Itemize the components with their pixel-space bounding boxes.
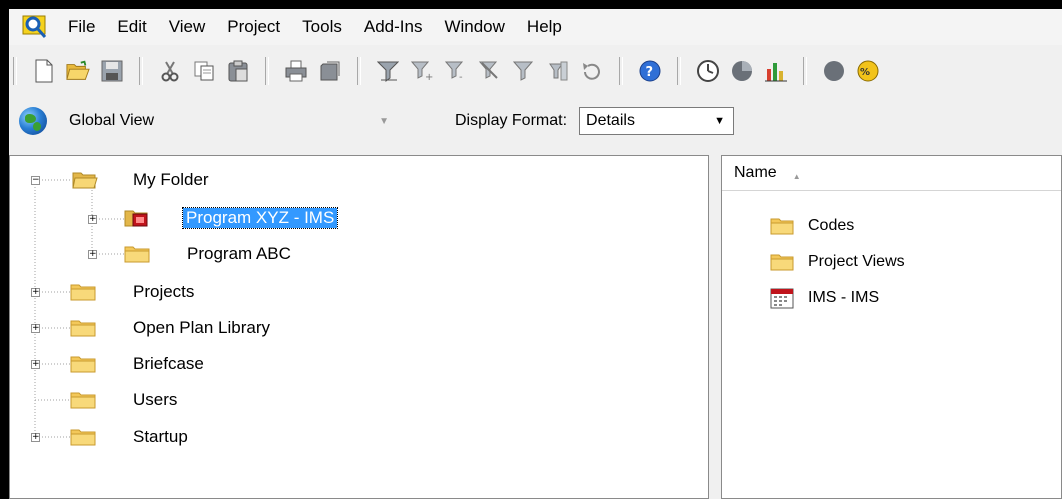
toolbar-separator — [265, 57, 269, 85]
collapse-toggle[interactable]: − — [31, 176, 40, 185]
folder-open-icon — [72, 172, 98, 189]
tree-node-label: My Folder — [133, 170, 209, 189]
tree-node-startup[interactable]: Startup — [70, 424, 188, 450]
list-item-label: Project Views — [808, 253, 905, 270]
list-item-ims[interactable]: IMS - IMS — [770, 286, 879, 310]
list-item-label: Codes — [808, 217, 855, 234]
folder-icon — [70, 429, 96, 446]
tree-node-program-xyz[interactable]: Program XYZ - IMS — [124, 205, 339, 231]
print-preview-icon[interactable] — [318, 59, 342, 83]
filter-icon[interactable] — [376, 59, 400, 83]
display-format-select[interactable]: Details ▼ — [579, 107, 735, 135]
svg-text:?: ? — [646, 65, 654, 80]
tree-node-program-abc[interactable]: Program ABC — [124, 241, 291, 267]
toolbar-separator — [619, 57, 623, 85]
toolbar-separator — [677, 57, 681, 85]
tree-node-label: Briefcase — [133, 354, 204, 373]
folder-icon — [70, 356, 96, 373]
sort-ascending-icon: ▲ — [792, 171, 801, 181]
bar-chart-icon[interactable] — [764, 59, 788, 83]
expand-toggle[interactable]: + — [31, 324, 40, 333]
calendar-icon — [770, 288, 794, 309]
tree-pane[interactable]: − My Folder + Program XYZ - IMS + Progra… — [9, 155, 709, 499]
menu-window[interactable]: Window — [433, 9, 515, 45]
tree-node-label: Projects — [133, 282, 195, 301]
svg-text:-: - — [459, 72, 463, 82]
copy-icon[interactable] — [192, 59, 216, 83]
percent-icon[interactable]: % — [856, 59, 880, 83]
menu-bar: File Edit View Project Tools Add-Ins Win… — [9, 9, 1062, 45]
folder-icon — [770, 218, 794, 235]
chevron-down-icon: ▼ — [379, 115, 389, 127]
tree-node-label: Program ABC — [187, 244, 291, 263]
chevron-down-icon: ▼ — [714, 115, 726, 127]
menu-help[interactable]: Help — [516, 9, 573, 45]
name-column-header[interactable]: Name ▲ — [722, 156, 1061, 191]
expand-toggle[interactable]: + — [31, 433, 40, 442]
tree-node-projects[interactable]: Projects — [70, 279, 194, 305]
folder-icon — [70, 392, 96, 409]
tree-node-open-plan-library[interactable]: Open Plan Library — [70, 315, 270, 341]
display-format-value: Details — [586, 112, 635, 129]
save-icon[interactable] — [100, 59, 124, 83]
menu-add-ins[interactable]: Add-Ins — [353, 9, 434, 45]
menu-edit[interactable]: Edit — [106, 9, 157, 45]
column-header-label: Name — [734, 164, 777, 181]
paste-icon[interactable] — [226, 59, 250, 83]
menu-project[interactable]: Project — [216, 9, 291, 45]
folder-icon — [770, 254, 794, 271]
cut-icon[interactable] — [158, 59, 182, 83]
filter-remove-icon[interactable]: - — [444, 59, 468, 83]
expand-toggle[interactable]: + — [31, 288, 40, 297]
svg-text:+: + — [425, 72, 433, 82]
expand-toggle[interactable]: + — [31, 360, 40, 369]
list-item-label: IMS - IMS — [808, 289, 880, 306]
menu-file[interactable]: File — [57, 9, 106, 45]
tree-node-label: Users — [133, 390, 178, 409]
tree-node-label: Startup — [133, 427, 188, 446]
filter-level-icon[interactable] — [546, 59, 570, 83]
view-bar: Global View ▼ Display Format: Details ▼ — [9, 99, 1062, 143]
toolbar-grip — [13, 57, 17, 85]
view-combo-value: Global View — [69, 112, 155, 129]
print-icon[interactable] — [284, 59, 308, 83]
folder-icon — [70, 284, 96, 301]
toolbar: + - ? % — [9, 47, 1062, 95]
toolbar-separator — [139, 57, 143, 85]
globe-icon — [19, 107, 47, 135]
tree-node-briefcase[interactable]: Briefcase — [70, 351, 204, 377]
clock-icon[interactable] — [696, 59, 720, 83]
filter-clear-icon[interactable] — [478, 59, 502, 83]
folder-icon — [124, 246, 150, 263]
tree-node-my-folder[interactable]: My Folder — [72, 167, 209, 193]
list-item-codes[interactable]: Codes — [770, 214, 854, 238]
app-window: File Edit View Project Tools Add-Ins Win… — [9, 9, 1062, 499]
open-folder-icon[interactable] — [66, 59, 90, 83]
tree-node-users[interactable]: Users — [70, 387, 177, 413]
menu-view[interactable]: View — [158, 9, 217, 45]
list-pane[interactable]: Name ▲ Codes Project Views IMS - IMS — [721, 155, 1062, 499]
display-format-label: Display Format: — [455, 112, 568, 129]
pie-chart-icon[interactable] — [730, 59, 754, 83]
svg-text:%: % — [860, 67, 870, 78]
app-logo-icon — [21, 12, 51, 42]
menu-tools[interactable]: Tools — [291, 9, 353, 45]
list-item-project-views[interactable]: Project Views — [770, 250, 905, 274]
tree-node-label: Program XYZ - IMS — [181, 207, 339, 229]
expand-toggle[interactable]: + — [88, 215, 97, 224]
program-folder-icon — [124, 210, 148, 227]
toolbar-separator — [803, 57, 807, 85]
record-icon[interactable] — [822, 59, 846, 83]
tree-node-label: Open Plan Library — [133, 318, 271, 337]
filter-add-icon[interactable]: + — [410, 59, 434, 83]
view-combo[interactable]: Global View ▼ — [69, 106, 399, 136]
new-document-icon[interactable] — [32, 59, 56, 83]
folder-icon — [70, 320, 96, 337]
refresh-icon[interactable] — [580, 59, 604, 83]
help-icon[interactable]: ? — [638, 59, 662, 83]
expand-toggle[interactable]: + — [88, 250, 97, 259]
filter-apply-icon[interactable] — [512, 59, 536, 83]
toolbar-separator — [357, 57, 361, 85]
